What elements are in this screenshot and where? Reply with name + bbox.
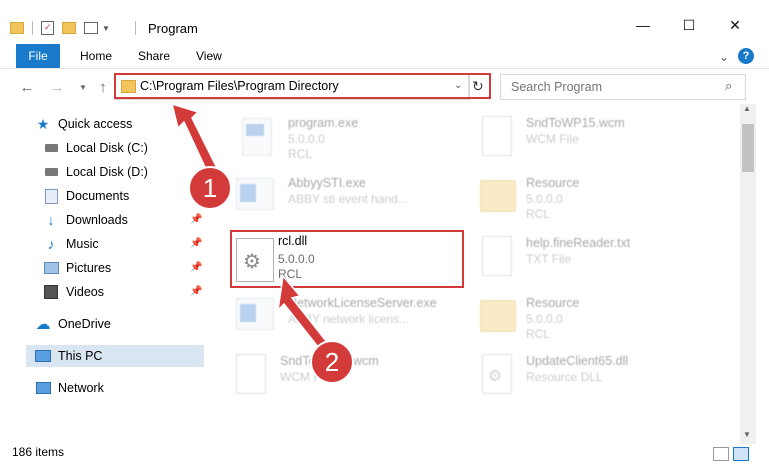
large-icons-view-icon[interactable] (733, 447, 749, 461)
annotation-arrows (170, 102, 332, 354)
details-view-icon[interactable] (713, 447, 729, 461)
callout-1: 1 (188, 166, 232, 210)
callout-2: 2 (310, 340, 354, 384)
callout-number: 2 (324, 346, 340, 377)
arrow-2 (276, 274, 332, 354)
callout-number: 1 (202, 172, 218, 203)
scroll-up-icon[interactable]: ▲ (743, 104, 751, 113)
status-item-count: 186 items (12, 445, 65, 459)
scroll-down-icon[interactable]: ▼ (743, 430, 751, 439)
scroll-thumb[interactable] (742, 124, 754, 172)
